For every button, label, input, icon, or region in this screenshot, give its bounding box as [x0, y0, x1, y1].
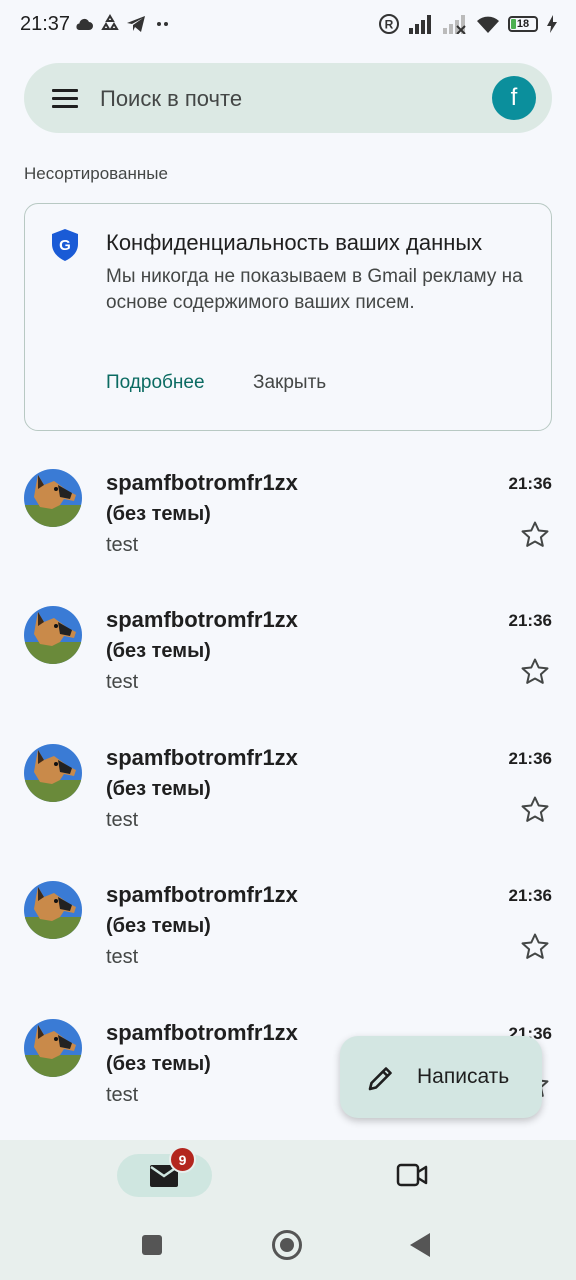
- card-title: Конфиденциальность ваших данных: [106, 230, 483, 255]
- email-snippet: test: [106, 1084, 139, 1106]
- star-icon[interactable]: [520, 657, 550, 687]
- telegram-icon: [127, 16, 145, 32]
- signal-icon: [409, 15, 431, 34]
- email-subject: (без темы): [106, 915, 211, 937]
- dog-avatar-icon: [24, 744, 82, 802]
- signal-off-icon: [443, 15, 466, 34]
- search-bar[interactable]: Поиск в почте f: [24, 63, 552, 133]
- back-button[interactable]: [410, 1233, 430, 1257]
- registered-icon: R: [379, 14, 399, 34]
- wifi-icon: [477, 16, 499, 33]
- email-subject: (без темы): [106, 1053, 211, 1075]
- recycle-icon: [101, 14, 119, 30]
- cloud-icon: [76, 18, 93, 30]
- menu-icon[interactable]: [52, 89, 78, 109]
- dog-avatar-icon: [24, 881, 82, 939]
- dog-avatar-icon: [24, 606, 82, 664]
- star-icon[interactable]: [520, 932, 550, 962]
- pencil-icon: [368, 1067, 392, 1091]
- status-bar: 21:37 R 18: [0, 0, 576, 52]
- account-avatar[interactable]: f: [492, 76, 536, 120]
- email-row[interactable]: spamfbotromfr1zx (без темы) test 21:36: [0, 739, 576, 876]
- video-camera-icon[interactable]: [396, 1162, 428, 1188]
- dog-avatar-icon: [24, 469, 82, 527]
- privacy-card: G Конфиденциальность ваших данных Мы ник…: [24, 203, 552, 431]
- bottom-nav: 9: [0, 1140, 576, 1280]
- google-shield-icon: G: [52, 229, 78, 261]
- status-right-icons: R 18: [378, 13, 558, 35]
- email-sender: spamfbotromfr1zx: [106, 745, 298, 770]
- email-row[interactable]: spamfbotromfr1zx (без темы) test 21:36: [0, 464, 576, 601]
- search-input[interactable]: Поиск в почте: [100, 86, 242, 112]
- email-time: 21:36: [508, 474, 552, 493]
- battery-level: 18: [516, 18, 530, 30]
- email-subject: (без темы): [106, 778, 211, 800]
- email-sender: spamfbotromfr1zx: [106, 470, 298, 495]
- email-subject: (без темы): [106, 503, 211, 525]
- email-sender: spamfbotromfr1zx: [106, 607, 298, 632]
- email-row[interactable]: spamfbotromfr1zx (без темы) test 21:36: [0, 876, 576, 1013]
- email-subject: (без темы): [106, 640, 211, 662]
- sender-avatar[interactable]: [24, 744, 82, 802]
- svg-text:G: G: [59, 237, 71, 254]
- email-snippet: test: [106, 534, 139, 556]
- card-body: Мы никогда не показываем в Gmail рекламу…: [106, 266, 523, 313]
- home-button[interactable]: [272, 1230, 302, 1260]
- compose-button[interactable]: Написать: [340, 1036, 542, 1118]
- dog-avatar-icon: [24, 1019, 82, 1077]
- email-time: 21:36: [508, 886, 552, 905]
- mail-badge: 9: [169, 1146, 196, 1173]
- notification-icons: [74, 14, 172, 34]
- email-sender: spamfbotromfr1zx: [106, 1020, 298, 1045]
- recent-apps-button[interactable]: [142, 1235, 162, 1255]
- star-icon[interactable]: [520, 520, 550, 550]
- email-snippet: test: [106, 946, 139, 968]
- sender-avatar[interactable]: [24, 881, 82, 939]
- svg-text:R: R: [385, 18, 394, 32]
- star-icon[interactable]: [520, 795, 550, 825]
- sender-avatar[interactable]: [24, 469, 82, 527]
- section-label: Несортированные: [24, 164, 168, 183]
- email-snippet: test: [106, 671, 139, 693]
- battery-icon: 18: [508, 16, 538, 32]
- learn-more-link[interactable]: Подробнее: [106, 372, 205, 394]
- email-sender: spamfbotromfr1zx: [106, 882, 298, 907]
- compose-label: Написать: [417, 1065, 510, 1088]
- charging-icon: [547, 15, 557, 33]
- status-time: 21:37: [20, 13, 71, 35]
- more-dots-icon: [157, 22, 168, 26]
- sender-avatar[interactable]: [24, 606, 82, 664]
- email-row[interactable]: spamfbotromfr1zx (без темы) test 21:36: [0, 601, 576, 738]
- sender-avatar[interactable]: [24, 1019, 82, 1077]
- close-card-button[interactable]: Закрыть: [253, 372, 326, 394]
- email-time: 21:36: [508, 749, 552, 768]
- email-snippet: test: [106, 809, 139, 831]
- email-time: 21:36: [508, 611, 552, 630]
